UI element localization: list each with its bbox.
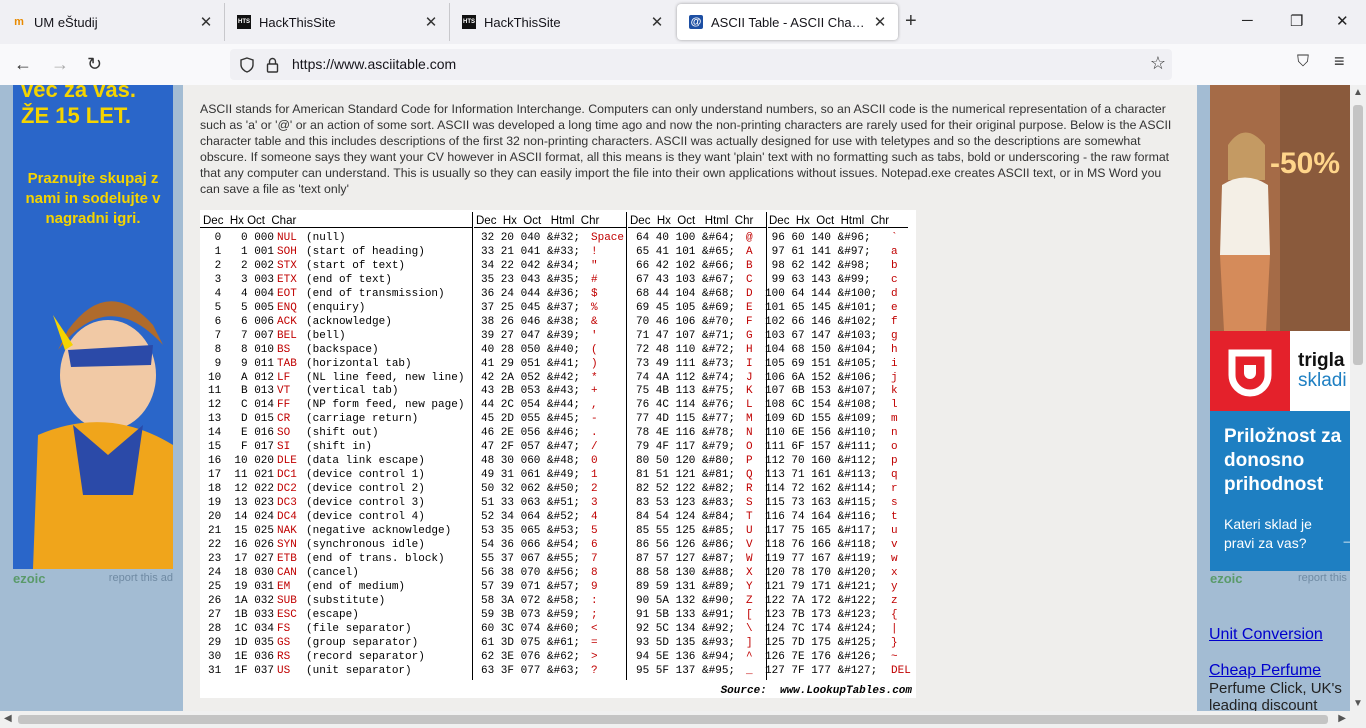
header-group-1: Dec Hx Oct Char xyxy=(203,215,297,227)
header-rule xyxy=(474,227,626,228)
g2-codes: 32 20 040 &#32; 33 21 041 &#33; 34 22 04… xyxy=(481,232,581,677)
ezoic-footer-right: ezoic report this ad xyxy=(1210,571,1366,586)
navigation-bar: ← → ↻ https://www.asciitable.com ☆ ⛉ ≡ xyxy=(0,44,1366,86)
report-ad-link[interactable]: report this ad xyxy=(109,572,173,584)
vertical-scrollbar[interactable]: ▲ ▼ xyxy=(1350,85,1366,711)
link-cheap-perfume[interactable]: Cheap Perfume xyxy=(1209,662,1321,680)
forward-icon[interactable]: → xyxy=(51,54,69,75)
hts-logo-icon: HTS xyxy=(462,15,476,29)
right-ad-photo[interactable]: -50% xyxy=(1210,85,1366,331)
triglav-logo-area: trigla skladi xyxy=(1210,331,1366,411)
header-group-3: Dec Hx Oct Html Chr xyxy=(630,215,754,227)
close-icon[interactable]: ✕ xyxy=(194,13,218,31)
ad-headline: več za vas. ŽE 15 LET. xyxy=(21,85,136,129)
url-text[interactable]: https://www.asciitable.com xyxy=(292,56,456,72)
column-divider xyxy=(472,212,473,680)
g4-chars: ` a b c d e f g h i j k l m n o p q r s … xyxy=(891,232,911,677)
ad-headline-line2: ŽE 15 LET. xyxy=(21,103,132,128)
ezoic-logo[interactable]: ezoic xyxy=(13,571,46,586)
discount-neon: -50% xyxy=(1270,147,1341,180)
triglav-logo-icon xyxy=(1210,331,1290,411)
tab-title: HackThisSite xyxy=(484,14,561,30)
scroll-thumb[interactable] xyxy=(18,715,1328,724)
scroll-down-icon[interactable]: ▼ xyxy=(1353,698,1363,709)
ad-headline: Priložnost za donosno prihodnost xyxy=(1224,426,1342,495)
url-bar[interactable]: https://www.asciitable.com ☆ xyxy=(230,49,1172,80)
page-content: več za vas. ŽE 15 LET. Praznujte skupaj … xyxy=(0,85,1366,711)
triglav-brand: trigla skladi xyxy=(1298,351,1347,391)
new-tab-icon[interactable]: + xyxy=(905,10,917,33)
header-group-2: Dec Hx Oct Html Chr xyxy=(476,215,600,227)
pocket-icon[interactable]: ⛉ xyxy=(1297,53,1309,71)
back-icon[interactable]: ← xyxy=(14,54,32,75)
tab-hackthissite-2[interactable]: HTS HackThisSite ✕ xyxy=(450,3,675,41)
table-source: Source: www.LookupTables.com xyxy=(720,685,912,697)
close-icon[interactable]: ✕ xyxy=(645,13,669,31)
ad-body-text: Praznujte skupaj z nami in sodelujte v n… xyxy=(25,170,161,227)
close-icon[interactable]: ✕ xyxy=(419,13,443,31)
header-rule xyxy=(768,227,908,228)
um-logo-icon: m xyxy=(14,16,24,28)
ezoic-footer-left: ezoic report this ad xyxy=(13,571,173,586)
tab-title: UM eŠtudij xyxy=(34,14,98,30)
window-close-icon[interactable]: ✕ xyxy=(1336,12,1349,30)
g1-names: NUL SOH STX ETX EOT ENQ ACK BEL BS TAB L… xyxy=(277,232,297,677)
restore-icon[interactable]: ❐ xyxy=(1290,12,1303,30)
reload-icon[interactable]: ↻ xyxy=(87,54,102,75)
g1-codes: 0 0 000 1 1 001 2 2 002 3 3 003 4 4 004 … xyxy=(208,232,275,677)
ad-headline-line1: več za vas. xyxy=(21,85,136,102)
g1-descriptions: (null) (start of heading) (start of text… xyxy=(306,232,465,677)
tab-bar: m UM eŠtudij ✕ HTS HackThisSite ✕ HTS Ha… xyxy=(0,0,1366,44)
header-group-4: Dec Hx Oct Html Chr xyxy=(769,215,890,227)
column-divider xyxy=(626,212,627,680)
ad-question: Kateri sklad je pravi za vas? xyxy=(1224,516,1312,551)
tab-um-estudij[interactable]: m UM eŠtudij ✕ xyxy=(0,3,225,41)
woman-photo xyxy=(1210,85,1366,331)
g2-chars: Space ! " # $ % & ' ( ) * + , - . / 0 1 … xyxy=(591,232,625,677)
child-photo xyxy=(13,255,173,569)
brand-line1: trigla xyxy=(1298,350,1345,371)
g4-codes: 96 60 140 &#96; 97 61 141 &#97; 98 62 14… xyxy=(765,232,878,677)
close-icon[interactable]: ✕ xyxy=(868,13,892,31)
triglav-ad[interactable]: trigla skladi Priložnost za donosno prih… xyxy=(1210,331,1366,571)
horizontal-scrollbar[interactable]: ◀ ▶ xyxy=(0,711,1366,728)
tab-hackthissite-1[interactable]: HTS HackThisSite ✕ xyxy=(225,3,450,41)
ascii-table: Dec Hx Oct Char Dec Hx Oct Html Chr Dec … xyxy=(200,210,916,698)
scroll-right-icon[interactable]: ▶ xyxy=(1338,713,1346,724)
scroll-up-icon[interactable]: ▲ xyxy=(1353,87,1363,98)
shield-icon[interactable] xyxy=(240,57,254,73)
link-unit-conversion[interactable]: Unit Conversion xyxy=(1209,626,1323,644)
g3-codes: 64 40 100 &#64; 65 41 101 &#65; 66 42 10… xyxy=(636,232,736,677)
asciitable-logo-icon: @ xyxy=(689,15,703,29)
tab-title: ASCII Table - ASCII Character Codes xyxy=(711,14,868,30)
intro-paragraph: ASCII stands for American Standard Code … xyxy=(200,102,1172,196)
lock-icon[interactable] xyxy=(266,57,279,73)
ezoic-logo[interactable]: ezoic xyxy=(1210,571,1243,586)
bookmark-star-icon[interactable]: ☆ xyxy=(1150,53,1166,74)
left-ad-banner[interactable]: več za vas. ŽE 15 LET. Praznujte skupaj … xyxy=(13,85,173,569)
tab-ascii-table[interactable]: @ ASCII Table - ASCII Character Codes ✕ xyxy=(677,4,898,40)
menu-icon[interactable]: ≡ xyxy=(1334,51,1345,72)
scroll-thumb[interactable] xyxy=(1353,105,1363,365)
cheap-perfume-description: Perfume Click, UK's leading discount xyxy=(1209,680,1342,711)
brand-line2: skladi xyxy=(1298,370,1347,391)
hts-logo-icon: HTS xyxy=(237,15,251,29)
g3-chars: @ A B C D E F G H I J K L M N O P Q R S … xyxy=(746,232,753,677)
header-rule xyxy=(200,227,472,228)
header-rule xyxy=(628,227,766,228)
triglav-blue-panel: Priložnost za donosno prihodnost Kateri … xyxy=(1210,411,1366,571)
scroll-left-icon[interactable]: ◀ xyxy=(4,713,12,724)
minimize-icon[interactable]: ─ xyxy=(1242,12,1253,29)
tab-title: HackThisSite xyxy=(259,14,336,30)
